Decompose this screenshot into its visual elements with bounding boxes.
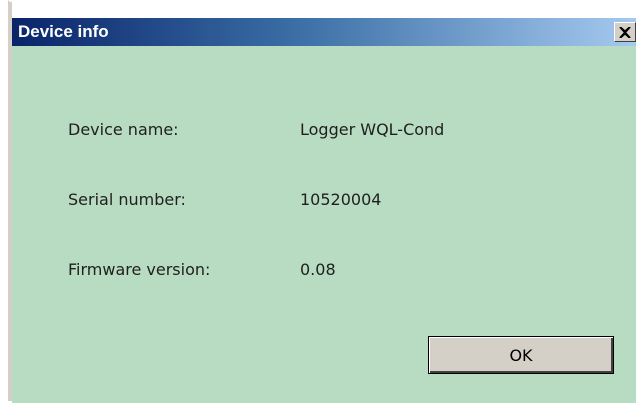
title-bar[interactable]: Device info [12, 18, 636, 46]
dialog-content: Device name: Logger WQL-Cond Serial numb… [12, 46, 636, 403]
window-title: Device info [18, 22, 109, 41]
device-name-label: Device name: [68, 120, 179, 139]
close-button[interactable] [614, 22, 636, 42]
device-info-dialog: Device info Device name: Logger WQL-Cond… [8, 0, 636, 403]
serial-number-value: 10520004 [300, 190, 382, 209]
firmware-version-value: 0.08 [300, 260, 336, 279]
serial-number-label: Serial number: [68, 190, 186, 209]
ok-button[interactable]: OK [428, 336, 614, 374]
close-icon [619, 26, 631, 38]
device-name-value: Logger WQL-Cond [300, 120, 445, 139]
firmware-version-label: Firmware version: [68, 260, 211, 279]
titlebar-top-edge [12, 2, 636, 18]
